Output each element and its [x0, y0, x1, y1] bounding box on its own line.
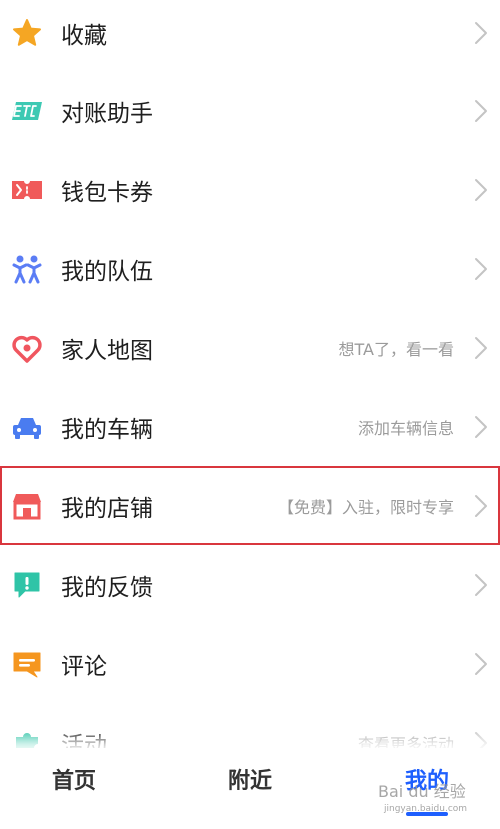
heart-location-icon [11, 332, 43, 364]
menu-item-label: 评论 [61, 653, 107, 680]
feedback-icon [11, 569, 43, 601]
etc-icon [11, 95, 43, 127]
chevron-right-icon [474, 573, 488, 597]
team-icon [11, 253, 43, 285]
ticket-icon [11, 174, 43, 206]
menu-item-my-vehicles[interactable]: 我的车辆 添加车辆信息 [0, 387, 500, 466]
store-icon [11, 490, 43, 522]
puzzle-icon [11, 727, 43, 748]
chevron-right-icon [474, 731, 488, 748]
chevron-right-icon [474, 652, 488, 676]
menu-item-label: 我的车辆 [61, 416, 153, 443]
menu-item-my-feedback[interactable]: 我的反馈 [0, 545, 500, 624]
menu-item-label: 我的队伍 [61, 258, 153, 285]
menu-item-label: 家人地图 [61, 337, 153, 364]
chevron-right-icon [474, 21, 488, 45]
settings-menu: 收藏 对账助手 钱包卡券 我的队伍 家人地图 想TA了，看一看 我的车辆 添加车… [0, 0, 500, 748]
comment-icon [11, 648, 43, 680]
menu-item-label: 我的反馈 [61, 574, 153, 601]
menu-item-label: 我的店铺 [61, 495, 153, 522]
menu-item-my-team[interactable]: 我的队伍 [0, 229, 500, 308]
chevron-right-icon [474, 494, 488, 518]
tab-nearby[interactable]: 附近 [195, 766, 305, 798]
menu-item-hint: 添加车辆信息 [357, 418, 454, 438]
chevron-right-icon [474, 257, 488, 281]
menu-item-wallet-coupons[interactable]: 钱包卡券 [0, 150, 500, 229]
menu-item-comments[interactable]: 评论 [0, 624, 500, 703]
menu-item-favorites[interactable]: 收藏 [0, 0, 500, 72]
menu-item-my-store[interactable]: 我的店铺 【免费】入驻，限时专享 [0, 466, 500, 545]
menu-item-label: 钱包卡券 [61, 179, 153, 206]
watermark: Bai du 经验 jingyan.baidu.com [378, 778, 467, 814]
menu-item-label: 活动 [61, 732, 107, 749]
menu-item-label: 收藏 [61, 22, 107, 49]
menu-item-family-map[interactable]: 家人地图 想TA了，看一看 [0, 308, 500, 387]
chevron-right-icon [474, 99, 488, 123]
watermark-text: Bai du 经验 [378, 782, 466, 801]
menu-item-hint: 【免费】入驻，限时专享 [277, 497, 454, 517]
tab-home[interactable]: 首页 [19, 766, 129, 798]
menu-item-hint: 查看更多活动 [357, 734, 454, 749]
menu-item-hint: 想TA了，看一看 [338, 339, 454, 359]
chevron-right-icon [474, 178, 488, 202]
menu-item-billing-assistant[interactable]: 对账助手 [0, 71, 500, 150]
watermark-subtext: jingyan.baidu.com [384, 804, 468, 814]
menu-item-label: 对账助手 [61, 100, 153, 127]
menu-item-activities[interactable]: 活动 查看更多活动 [0, 703, 500, 748]
chevron-right-icon [474, 415, 488, 439]
car-icon [11, 411, 43, 443]
star-icon [11, 17, 43, 49]
chevron-right-icon [474, 336, 488, 360]
